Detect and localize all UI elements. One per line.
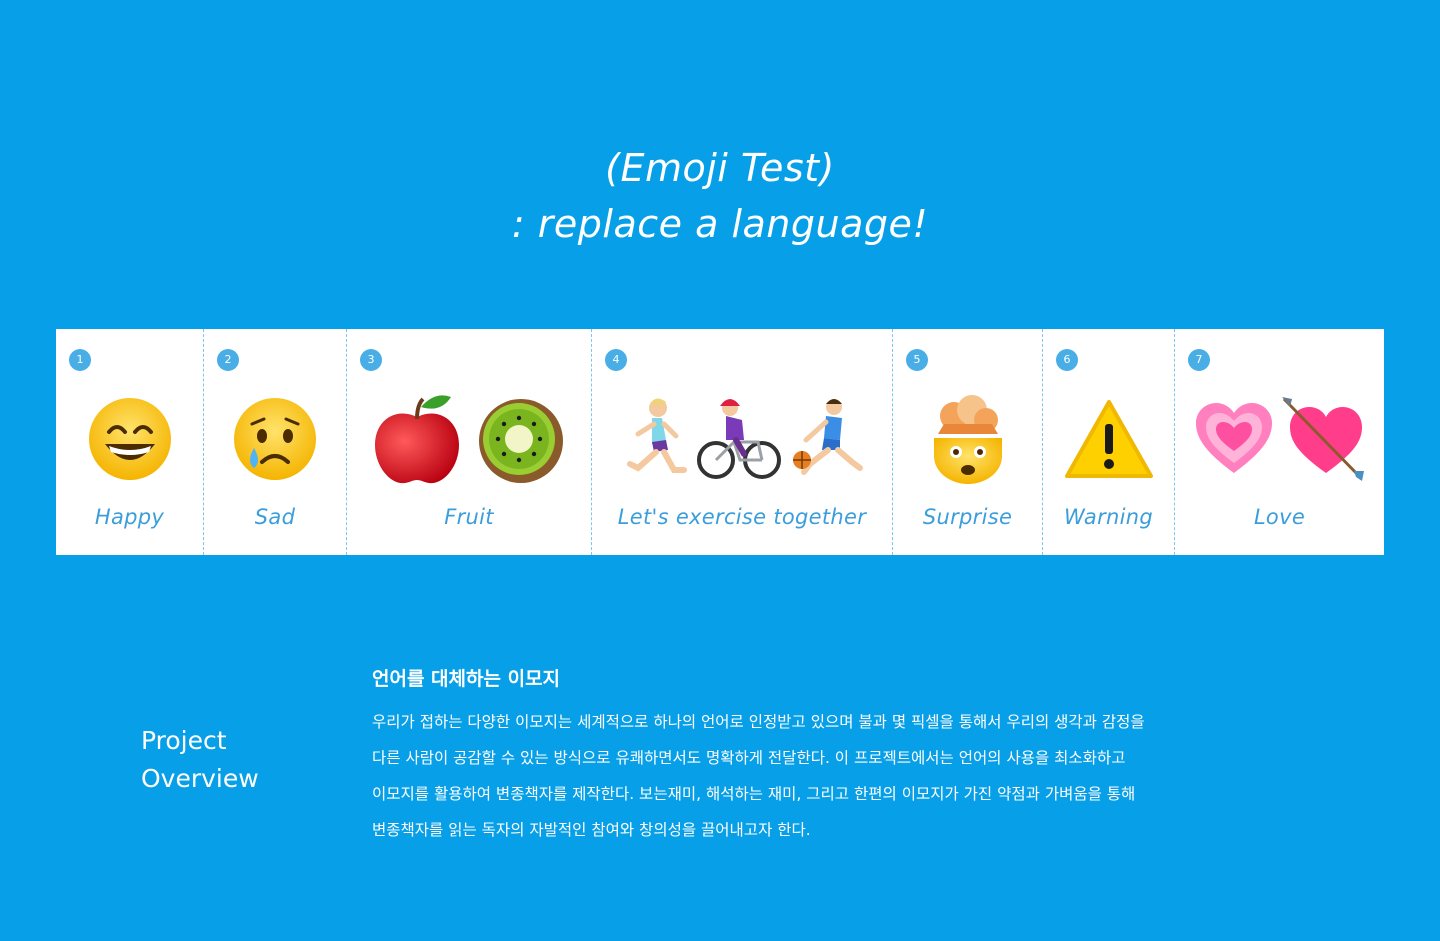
card-label: Happy [94, 505, 165, 529]
project-overview-heading-line2: Overview [141, 764, 259, 793]
emoji-card-surprise: 5 Surprise [893, 329, 1043, 555]
card-label: Love [1253, 505, 1306, 529]
kiwi-fruit-icon [479, 399, 563, 483]
person-bouncing-ball-icon [793, 399, 863, 475]
project-overview-heading: Project Overview [141, 722, 259, 798]
warning-sign-icon [1064, 400, 1153, 478]
emoji-card-love: 7 Love [1175, 329, 1384, 555]
hero-title: (Emoji Test) : replace a language! [0, 140, 1440, 252]
emoji-card-fruit: 3 Fruit [347, 329, 592, 555]
description-body: 우리가 접하는 다양한 이모지는 세계적으로 하나의 언어로 인정받고 있으며 … [372, 704, 1272, 848]
emoji-card-sad: 2 Sad [204, 329, 347, 555]
heart-with-arrow-icon [1281, 397, 1364, 481]
card-label: Surprise [922, 505, 1013, 529]
card-label: Let's exercise together [617, 505, 867, 529]
description-title: 언어를 대체하는 이모지 [372, 668, 561, 690]
growing-heart-icon [1195, 403, 1272, 473]
emoji-card-happy: 1 Happy [56, 329, 204, 555]
project-overview-heading-line1: Project [141, 726, 227, 755]
red-apple-icon [375, 395, 459, 484]
card-number: 1 [69, 349, 91, 371]
description-line: 변종책자를 읽는 독자의 자발적인 참여와 창의성을 끌어내고자 한다. [372, 821, 811, 839]
hero-title-line2: : replace a language! [511, 202, 929, 246]
card-label: Sad [254, 505, 296, 529]
description-line: 다른 사람이 공감할 수 있는 방식으로 유쾌하면서도 명확하게 전달한다. 이… [372, 749, 1126, 767]
card-number: 5 [906, 349, 928, 371]
emoji-card-warning: 6 Warning [1043, 329, 1175, 555]
hero-title-line1: (Emoji Test) [605, 146, 835, 190]
crying-face-icon [234, 398, 316, 480]
description-line: 우리가 접하는 다양한 이모지는 세계적으로 하나의 언어로 인정받고 있으며 … [372, 713, 1145, 731]
grinning-face-icon [88, 398, 171, 480]
woman-biking-icon [697, 399, 781, 479]
card-number: 3 [360, 349, 382, 371]
emoji-strip: 1 Happy 2 Sad 3 Fruit 4 Let's exercise t… [56, 329, 1384, 555]
card-label: Fruit [444, 505, 494, 529]
card-number: 4 [605, 349, 627, 371]
description-line: 이모지를 활용하여 변종책자를 제작한다. 보는재미, 해석하는 재미, 그리고… [372, 785, 1136, 803]
card-number: 6 [1056, 349, 1078, 371]
emoji-card-exercise: 4 Let's exercise together [592, 329, 893, 555]
card-number: 7 [1188, 349, 1210, 371]
card-label: Warning [1063, 505, 1153, 529]
woman-running-icon [627, 398, 687, 473]
exploding-head-icon [933, 395, 1002, 484]
card-number: 2 [217, 349, 239, 371]
